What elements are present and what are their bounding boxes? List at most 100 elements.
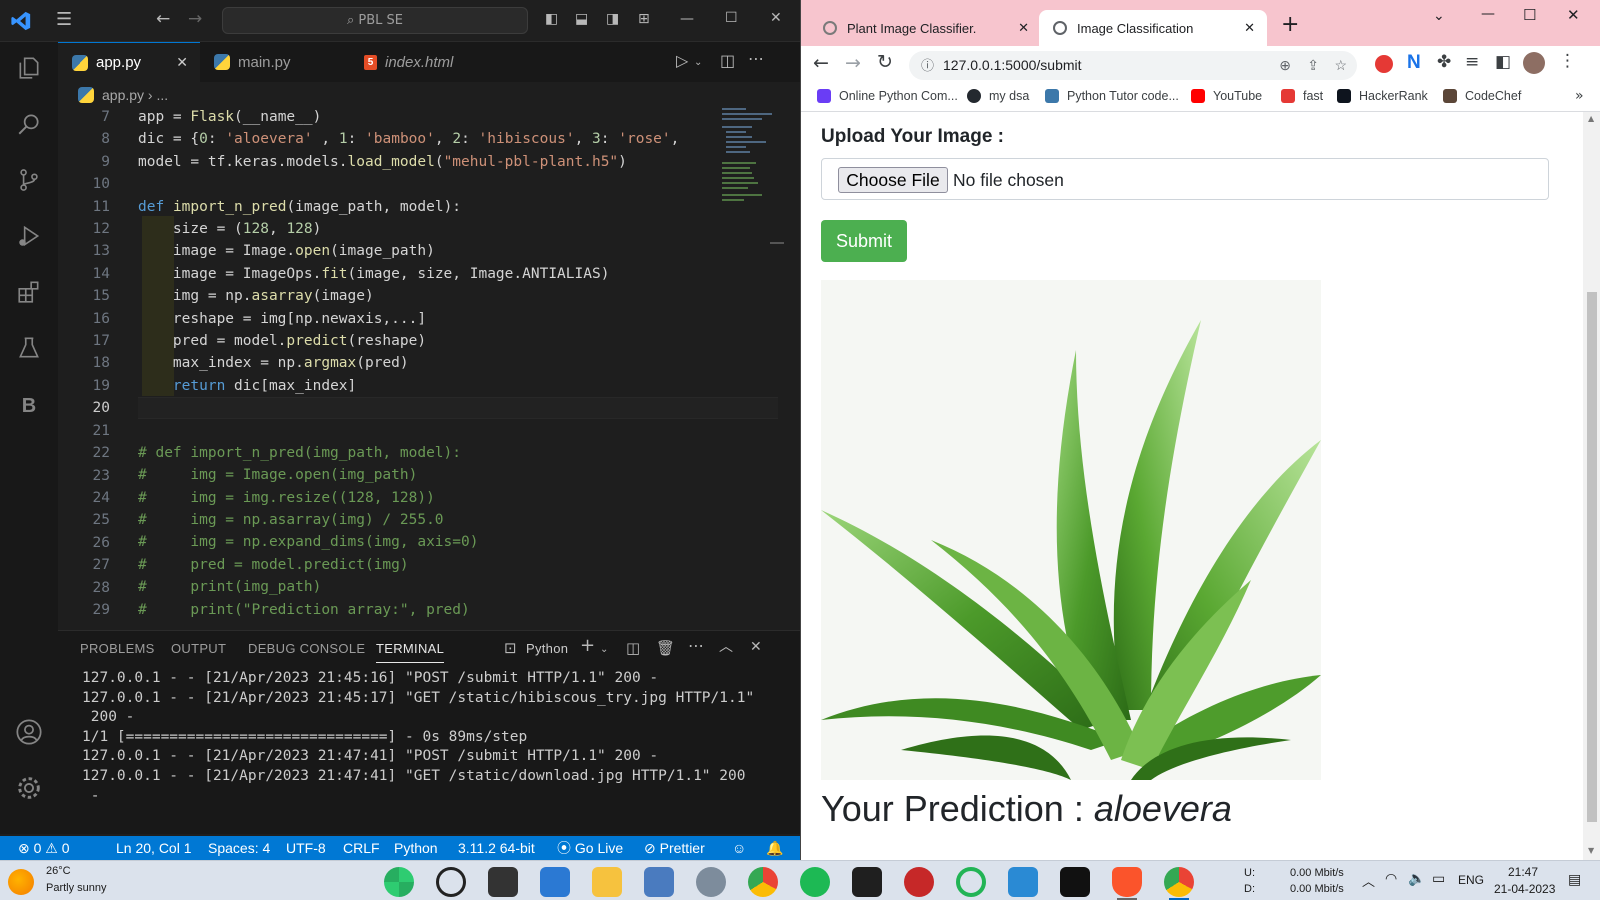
site-info-icon[interactable]: ⓘ: [921, 51, 934, 80]
page-scrollbar[interactable]: ▲ ▼: [1583, 112, 1600, 860]
terminal-profile[interactable]: Python: [526, 641, 568, 656]
close-tab-icon[interactable]: ✕: [176, 54, 188, 71]
accounts-icon[interactable]: [0, 710, 58, 754]
close-tab-icon[interactable]: ✕: [1018, 20, 1029, 36]
maximize-icon[interactable]: ☐: [1523, 6, 1536, 24]
bookmark-fast[interactable]: fast: [1281, 89, 1323, 103]
new-terminal-icon[interactable]: +: [580, 637, 595, 655]
more-actions-icon[interactable]: ⋯: [748, 51, 764, 67]
more-bookmarks-chevron-icon[interactable]: »: [1575, 88, 1584, 104]
line-endings[interactable]: CRLF: [343, 836, 380, 860]
chrome-profile-icon[interactable]: [1164, 867, 1194, 897]
tab-problems[interactable]: PROBLEMS: [80, 641, 155, 656]
trash-icon[interactable]: 🗑: [656, 641, 675, 656]
zoom-icon[interactable]: ⊕: [1279, 51, 1291, 80]
scrollbar-thumb[interactable]: [1587, 292, 1597, 822]
customize-layout-icon[interactable]: ⊞: [638, 12, 650, 26]
choose-file-button[interactable]: Choose File: [838, 167, 948, 193]
extension-icon[interactable]: [1375, 55, 1393, 73]
minimap[interactable]: [720, 104, 790, 214]
minimize-icon[interactable]: —: [680, 12, 694, 26]
circle-app-icon[interactable]: [956, 867, 986, 897]
terminal-output[interactable]: 127.0.0.1 - - [21/Apr/2023 21:45:16] "PO…: [82, 669, 782, 806]
tab-index-html[interactable]: 5 index.html: [342, 42, 482, 82]
scroll-up-arrow-icon[interactable]: ▲: [1588, 114, 1594, 123]
bookmark-star-icon[interactable]: ☆: [1334, 51, 1347, 80]
close-window-icon[interactable]: ✕: [1567, 6, 1580, 24]
encoding[interactable]: UTF-8: [286, 836, 326, 860]
bookmark-codechef[interactable]: CodeChef: [1443, 89, 1521, 103]
forward-arrow-icon[interactable]: →: [845, 52, 861, 74]
split-terminal-icon[interactable]: ◫: [626, 641, 640, 656]
minimize-icon[interactable]: —: [1481, 6, 1495, 22]
resource-monitor-icon[interactable]: [644, 867, 674, 897]
settings-gear-icon[interactable]: [696, 867, 726, 897]
brave-icon[interactable]: [1112, 867, 1142, 897]
scroll-down-arrow-icon[interactable]: ▼: [1588, 846, 1594, 855]
battery-icon[interactable]: ▭: [1432, 870, 1445, 887]
tab-app-py[interactable]: app.py ✕: [58, 42, 200, 82]
notification-center-icon[interactable]: ▤: [1568, 871, 1581, 888]
notifications-bell-icon[interactable]: 🔔: [766, 836, 783, 860]
weather-sun-icon[interactable]: [8, 869, 34, 895]
run-python-file-icon[interactable]: ▷: [676, 53, 688, 69]
dev-cpp-icon[interactable]: [904, 867, 934, 897]
file-explorer-icon[interactable]: [592, 867, 622, 897]
source-control-icon[interactable]: [0, 158, 58, 202]
wifi-icon[interactable]: ◠: [1385, 870, 1397, 887]
menu-icon[interactable]: ☰: [56, 11, 72, 29]
weather-temp[interactable]: 26°C: [46, 865, 71, 877]
maximize-icon[interactable]: ☐: [725, 11, 738, 25]
testing-icon[interactable]: [0, 326, 58, 370]
tray-chevron-up-icon[interactable]: ︿: [1362, 871, 1375, 890]
terminal-taskbar-icon[interactable]: [1060, 867, 1090, 897]
side-panel-icon[interactable]: ◧: [1495, 52, 1511, 72]
profile-avatar[interactable]: [1523, 52, 1545, 74]
cursor-position[interactable]: Ln 20, Col 1: [116, 836, 192, 860]
share-icon[interactable]: ⇪: [1307, 51, 1319, 80]
bookmark-hackerrank[interactable]: HackerRank: [1337, 89, 1428, 103]
indentation[interactable]: Spaces: 4: [208, 836, 270, 860]
volume-icon[interactable]: 🔈: [1408, 870, 1425, 887]
input-language[interactable]: ENG: [1458, 873, 1484, 887]
tab-main-py[interactable]: main.py: [200, 42, 342, 82]
browser-tab-image-classification[interactable]: Image Classification ✕: [1039, 10, 1267, 46]
back-arrow-icon[interactable]: ←: [813, 52, 829, 74]
tab-output[interactable]: OUTPUT: [171, 641, 226, 656]
widgets-icon[interactable]: [384, 867, 414, 897]
file-input[interactable]: Choose File No file chosen: [821, 158, 1549, 200]
clock-date[interactable]: 21-04-2023: [1494, 882, 1555, 896]
extension-n-icon[interactable]: N: [1407, 52, 1421, 74]
language-mode[interactable]: Python: [394, 836, 438, 860]
close-panel-icon[interactable]: ✕: [750, 640, 762, 654]
vscode-taskbar-icon[interactable]: [1008, 867, 1038, 897]
bookmark-online-python[interactable]: Online Python Com...: [817, 89, 958, 103]
command-prompt-icon[interactable]: [852, 867, 882, 897]
forward-arrow-icon[interactable]: →: [188, 11, 202, 28]
notepad-icon[interactable]: [540, 867, 570, 897]
chrome-icon[interactable]: [748, 867, 778, 897]
browser-tab-plant-classifier[interactable]: Plant Image Classifier. ✕: [809, 10, 1037, 46]
bookmark-youtube[interactable]: YouTube: [1191, 89, 1262, 103]
python-interpreter[interactable]: 3.11.2 64-bit: [458, 836, 535, 860]
search-icon[interactable]: [0, 102, 58, 146]
search-icon[interactable]: [436, 867, 466, 897]
submit-button[interactable]: Submit: [821, 220, 907, 262]
address-bar[interactable]: ⓘ 127.0.0.1:5000/submit ⊕ ⇪ ☆: [909, 51, 1357, 80]
new-tab-icon[interactable]: +: [1281, 12, 1299, 37]
extensions-puzzle-icon[interactable]: ✤: [1437, 52, 1451, 72]
bookmark-python-tutor[interactable]: Python Tutor code...: [1045, 89, 1179, 103]
toggle-panel-icon[interactable]: ⬓: [575, 12, 588, 26]
bookmark-my-dsa[interactable]: my dsa: [967, 89, 1029, 103]
close-tab-icon[interactable]: ✕: [1244, 20, 1255, 36]
close-window-icon[interactable]: ✕: [770, 11, 782, 25]
weather-condition[interactable]: Partly sunny: [46, 882, 107, 894]
extensions-icon[interactable]: [0, 270, 58, 314]
browser-menu-icon[interactable]: ⋮: [1559, 51, 1576, 71]
settings-gear-icon[interactable]: [0, 766, 58, 810]
tab-debug-console[interactable]: DEBUG CONSOLE: [248, 641, 365, 656]
reading-list-icon[interactable]: ≡: [1465, 52, 1479, 72]
problems-count[interactable]: ⊗ 0 ⚠ 0: [18, 836, 70, 860]
command-center[interactable]: ⌕ PBL SE: [222, 7, 528, 34]
chevron-down-icon[interactable]: ⌄: [600, 643, 608, 657]
